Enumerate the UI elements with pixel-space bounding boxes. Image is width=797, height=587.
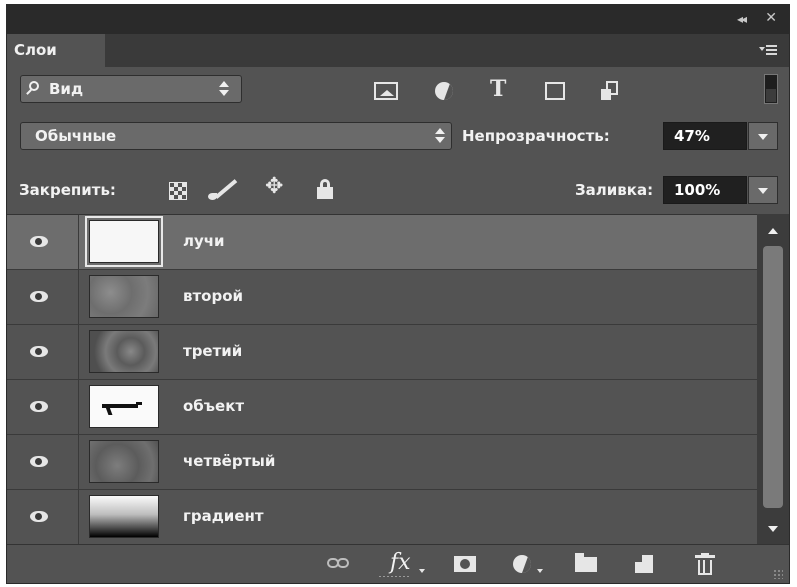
visibility-toggle[interactable] — [7, 490, 79, 544]
collapse-panel-icon[interactable]: ◂◂ — [737, 12, 747, 26]
blend-mode-label: Обычные — [35, 127, 117, 145]
eye-icon — [30, 346, 48, 357]
layer-name: третий — [183, 342, 243, 360]
layer-row[interactable]: третий — [7, 325, 757, 380]
tab-row: Слои — [7, 34, 789, 67]
layers-panel: ◂◂ ✕ Слои Вид T Обычные Непрозрачность: … — [6, 4, 790, 584]
opacity-input[interactable]: 47% — [663, 122, 747, 150]
eye-icon — [30, 291, 48, 302]
filter-toggle-switch[interactable] — [764, 74, 778, 104]
panel-menu-lines-icon — [766, 45, 777, 47]
opacity-label: Непрозрачность: — [462, 127, 610, 145]
layer-name: второй — [183, 287, 244, 305]
layer-name: четвёртый — [183, 452, 276, 470]
layer-thumbnail — [89, 495, 159, 538]
new-layer-icon[interactable] — [635, 555, 653, 573]
lock-pixels-brush-icon[interactable] — [207, 177, 237, 201]
visibility-toggle[interactable] — [7, 325, 79, 379]
trash-lid-icon — [695, 555, 715, 558]
fill-label: Заливка: — [575, 181, 654, 199]
layer-thumbnail — [85, 216, 163, 267]
image-filter-icon[interactable] — [374, 82, 398, 100]
layers-list: лучи второй третий объект четвёртый град… — [7, 214, 757, 545]
layer-style-icon[interactable]: fx — [390, 550, 411, 575]
layer-thumbnail — [89, 385, 159, 428]
tab-layers[interactable]: Слои — [7, 34, 105, 67]
filter-type-label: Вид — [49, 80, 84, 98]
visibility-toggle[interactable] — [7, 380, 79, 434]
scroll-thumb[interactable] — [763, 246, 783, 508]
lock-position-icon[interactable]: ✥ — [265, 174, 283, 199]
lock-label: Закрепить: — [19, 181, 116, 199]
lock-all-icon[interactable] — [317, 179, 333, 199]
scroll-down-arrow-icon[interactable] — [768, 526, 778, 532]
resize-grip[interactable] — [773, 569, 783, 579]
scroll-up-arrow-icon[interactable] — [768, 228, 778, 234]
blend-mode-select[interactable]: Обычные — [20, 122, 452, 150]
object-silhouette-icon — [102, 402, 142, 408]
layer-thumbnail — [89, 440, 159, 483]
new-group-folder-icon[interactable] — [575, 553, 597, 572]
layer-row[interactable]: объект — [7, 380, 757, 435]
layer-row[interactable]: четвёртый — [7, 435, 757, 490]
panel-titlebar: ◂◂ ✕ — [7, 5, 789, 34]
layer-row[interactable]: градиент — [7, 490, 757, 545]
layer-name: объект — [183, 397, 245, 415]
layer-thumbnail — [89, 330, 159, 373]
link-layers-icon[interactable] — [327, 558, 349, 568]
panel-drag-handle[interactable] — [378, 575, 410, 578]
visibility-toggle[interactable] — [7, 215, 79, 269]
updown-arrows-icon — [219, 81, 229, 97]
visibility-toggle[interactable] — [7, 270, 79, 324]
eye-icon — [30, 456, 48, 467]
fill-dropdown-button[interactable] — [748, 176, 778, 204]
layer-style-menu-arrow-icon — [419, 569, 425, 573]
shape-filter-icon[interactable] — [545, 82, 565, 100]
adjustment-filter-icon[interactable] — [435, 82, 453, 100]
search-icon — [29, 81, 39, 91]
adjustment-menu-arrow-icon — [537, 569, 543, 573]
opacity-dropdown-button[interactable] — [748, 122, 778, 150]
visibility-toggle[interactable] — [7, 435, 79, 489]
layer-name: лучи — [183, 232, 225, 250]
eye-icon — [30, 236, 48, 247]
type-filter-icon[interactable]: T — [490, 76, 514, 102]
filter-type-select[interactable]: Вид — [20, 75, 242, 103]
layer-name: градиент — [183, 507, 264, 525]
panel-menu-icon[interactable] — [759, 44, 779, 58]
layers-scrollbar[interactable] — [757, 214, 789, 544]
updown-arrows-icon — [435, 128, 445, 144]
fill-input[interactable]: 100% — [663, 176, 747, 204]
eye-icon — [30, 511, 48, 522]
layer-thumbnail — [89, 275, 159, 318]
new-adjustment-icon[interactable] — [513, 555, 531, 573]
trash-can-icon — [698, 560, 712, 575]
layer-row[interactable]: лучи — [7, 215, 757, 270]
lock-transparency-icon[interactable] — [169, 182, 187, 200]
smart-object-filter-icon[interactable] — [601, 81, 619, 101]
layer-mask-icon[interactable] — [454, 556, 476, 572]
panel-menu-arrow-icon — [759, 47, 765, 51]
eye-icon — [30, 401, 48, 412]
delete-layer-trash-icon[interactable] — [695, 553, 715, 575]
close-panel-icon[interactable]: ✕ — [765, 10, 777, 26]
smart-object-front-icon — [601, 89, 611, 100]
layer-row[interactable]: второй — [7, 270, 757, 325]
lock-body-icon — [317, 187, 333, 199]
